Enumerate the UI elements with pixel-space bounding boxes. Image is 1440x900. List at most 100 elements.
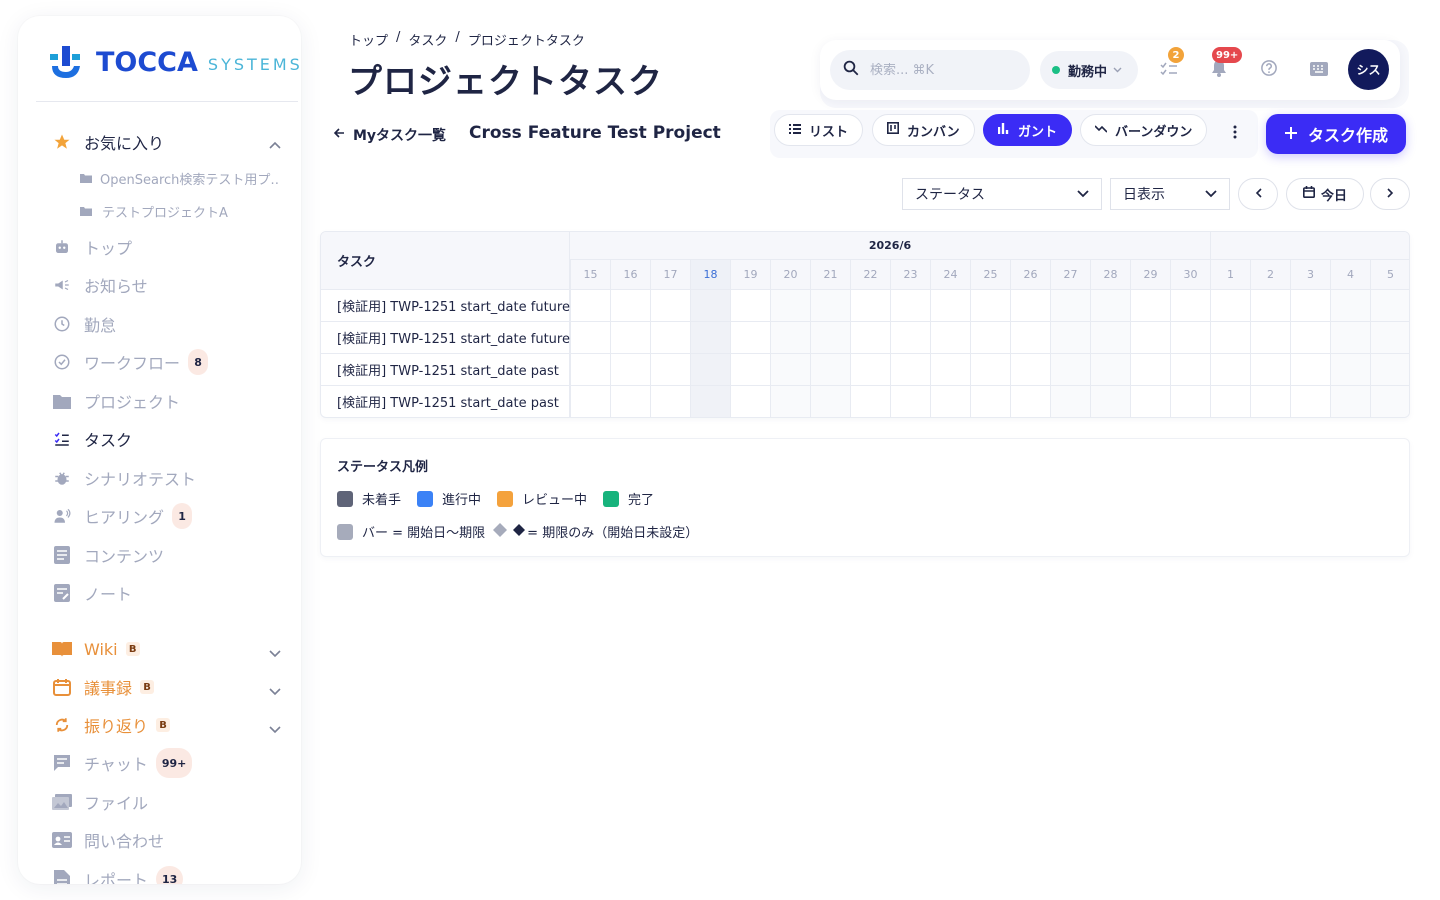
gantt-cell[interactable]	[1250, 386, 1290, 417]
gantt-cell[interactable]	[610, 386, 650, 417]
gantt-cell[interactable]	[1370, 322, 1409, 354]
gantt-cell[interactable]	[930, 386, 970, 417]
gantt-cell[interactable]	[850, 386, 890, 417]
gantt-cell[interactable]	[1210, 354, 1250, 386]
scale-select[interactable]: 日表示	[1110, 178, 1230, 210]
gantt-cell[interactable]	[570, 290, 610, 322]
gantt-cell[interactable]	[570, 386, 610, 417]
sidebar-item-hearing[interactable]: ヒアリング 1	[52, 503, 193, 529]
create-task-button[interactable]: タスク作成	[1266, 114, 1406, 154]
gantt-cell[interactable]	[690, 354, 730, 386]
sidebar-item-note[interactable]: ノート	[52, 581, 132, 605]
gantt-cell[interactable]	[1210, 386, 1250, 417]
chevron-up-icon[interactable]	[269, 138, 281, 152]
sidebar-item-files[interactable]: ファイル	[52, 790, 148, 814]
gantt-cell[interactable]	[810, 386, 850, 417]
gantt-cell[interactable]	[730, 354, 770, 386]
gantt-cell[interactable]	[650, 386, 690, 417]
sidebar-favorites[interactable]: お気に入り	[52, 130, 164, 154]
view-burndown-button[interactable]: バーンダウン	[1080, 114, 1208, 146]
gantt-cell[interactable]	[850, 290, 890, 322]
gantt-task-row-label[interactable]: [検証用] TWP-1251 start_date future	[321, 322, 570, 354]
gantt-cell[interactable]	[1290, 322, 1330, 354]
search-input[interactable]	[870, 62, 1010, 78]
gantt-cell[interactable]	[1370, 386, 1409, 417]
view-kanban-button[interactable]: カンバン	[872, 114, 975, 146]
gantt-cell[interactable]	[930, 322, 970, 354]
gantt-cell[interactable]	[1010, 354, 1050, 386]
gantt-cell[interactable]	[690, 322, 730, 354]
previous-period-button[interactable]	[1238, 178, 1278, 210]
sidebar-item-scenario-test[interactable]: シナリオテスト	[52, 466, 196, 490]
gantt-cell[interactable]	[610, 354, 650, 386]
gantt-task-row-label[interactable]: [検証用] TWP-1251 start_date past	[321, 386, 570, 417]
gantt-cell[interactable]	[1250, 354, 1290, 386]
gantt-cell[interactable]	[1250, 290, 1290, 322]
gantt-cell[interactable]	[1050, 386, 1090, 417]
sidebar-item-top[interactable]: トップ	[52, 235, 132, 259]
gantt-cell[interactable]	[770, 322, 810, 354]
chevron-down-icon[interactable]	[269, 647, 281, 661]
next-period-button[interactable]	[1370, 178, 1410, 210]
gantt-cell[interactable]	[850, 322, 890, 354]
breadcrumb-tasks[interactable]: タスク	[408, 30, 447, 49]
user-avatar[interactable]: シス	[1348, 49, 1389, 90]
gantt-cell[interactable]	[1330, 386, 1370, 417]
gantt-cell[interactable]	[890, 290, 930, 322]
help-button[interactable]	[1258, 59, 1280, 81]
gantt-cell[interactable]	[1010, 322, 1050, 354]
gantt-cell[interactable]	[1250, 322, 1290, 354]
sidebar-item-chat[interactable]: チャット 99+	[52, 748, 193, 778]
gantt-cell[interactable]	[810, 354, 850, 386]
view-gantt-button[interactable]: ガント	[983, 114, 1073, 146]
gantt-cell[interactable]	[890, 354, 930, 386]
gantt-cell[interactable]	[810, 322, 850, 354]
gantt-cell[interactable]	[610, 290, 650, 322]
sidebar-item-news[interactable]: お知らせ	[52, 273, 148, 297]
chevron-down-icon[interactable]	[269, 723, 281, 737]
gantt-cell[interactable]	[570, 354, 610, 386]
sidebar-item-workflow[interactable]: ワークフロー 8	[52, 349, 209, 375]
gantt-cell[interactable]	[690, 290, 730, 322]
gantt-cell[interactable]	[970, 322, 1010, 354]
gantt-cell[interactable]	[1330, 290, 1370, 322]
gantt-cell[interactable]	[570, 322, 610, 354]
search-box[interactable]	[830, 50, 1030, 90]
gantt-task-row-label[interactable]: [検証用] TWP-1251 start_date future	[321, 290, 570, 322]
gantt-cell[interactable]	[930, 354, 970, 386]
sidebar-item-attendance[interactable]: 勤怠	[52, 312, 116, 336]
gantt-cell[interactable]	[810, 290, 850, 322]
favorite-item-opensearch[interactable]: OpenSearch検索テスト用プ…	[80, 168, 280, 188]
gantt-cell[interactable]	[1290, 354, 1330, 386]
gantt-cell[interactable]	[1170, 354, 1210, 386]
sidebar-item-project[interactable]: プロジェクト	[52, 389, 180, 413]
gantt-cell[interactable]	[1210, 290, 1250, 322]
gantt-cell[interactable]	[1330, 322, 1370, 354]
gantt-cell[interactable]	[1170, 290, 1210, 322]
gantt-cell[interactable]	[890, 386, 930, 417]
gantt-cell[interactable]	[650, 290, 690, 322]
gantt-cell[interactable]	[890, 322, 930, 354]
gantt-cell[interactable]	[770, 290, 810, 322]
gantt-cell[interactable]	[730, 386, 770, 417]
gantt-cell[interactable]	[1170, 322, 1210, 354]
gantt-cell[interactable]	[1130, 322, 1170, 354]
gantt-cell[interactable]	[650, 322, 690, 354]
gantt-cell[interactable]	[930, 290, 970, 322]
my-tasks-button[interactable]: 2	[1158, 47, 1184, 81]
today-button[interactable]: 今日	[1286, 178, 1364, 210]
sidebar-item-contents[interactable]: コンテンツ	[52, 543, 164, 567]
more-options-button[interactable]	[1233, 124, 1237, 143]
gantt-cell[interactable]	[1370, 354, 1409, 386]
gantt-cell[interactable]	[1290, 290, 1330, 322]
notifications-button[interactable]: 99+	[1208, 47, 1243, 81]
view-list-button[interactable]: リスト	[774, 114, 864, 146]
chevron-down-icon[interactable]	[269, 685, 281, 699]
gantt-cell[interactable]	[1130, 290, 1170, 322]
gantt-cell[interactable]	[1050, 322, 1090, 354]
gantt-cell[interactable]	[970, 386, 1010, 417]
gantt-cell[interactable]	[1130, 386, 1170, 417]
sidebar-item-tasks[interactable]: タスク	[52, 427, 132, 451]
gantt-cell[interactable]	[1290, 386, 1330, 417]
gantt-cell[interactable]	[1090, 386, 1130, 417]
